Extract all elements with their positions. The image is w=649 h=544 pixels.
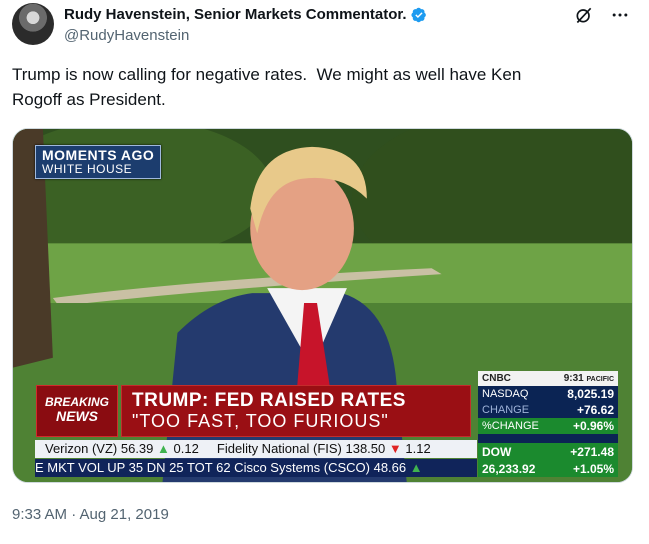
cnbc-logo: CNBC: [482, 373, 511, 384]
pct-change-row: %CHANGE +0.96%: [478, 418, 618, 434]
verified-icon: [411, 7, 427, 23]
breaking-line2: NEWS: [56, 408, 98, 424]
market-panel: CNBC 9:31 PACIFIC NASDAQ 8,025.19 CHANGE…: [478, 371, 618, 477]
ticker-change-fidelity: 1.12: [405, 441, 431, 456]
tweet-text: Trump is now calling for negative rates.…: [12, 65, 522, 109]
down-arrow-icon: ▼: [388, 441, 402, 456]
up-arrow-icon: ▲: [157, 441, 170, 456]
market-timezone: PACIFIC: [586, 376, 614, 383]
dow-label: DOW: [482, 444, 512, 459]
stock-ticker-bottom: E MKT VOL UP 35 DN 25 TOT 62 Cisco Syste…: [35, 459, 477, 477]
change-label: CHANGE: [482, 404, 530, 416]
breaking-news-box: BREAKING NEWS: [36, 385, 118, 437]
avatar[interactable]: [12, 3, 54, 45]
ticker-item-verizon: Verizon (VZ) 56.39: [45, 441, 154, 456]
market-time: 9:31: [563, 373, 584, 384]
dow-row-1: DOW +271.48: [478, 443, 618, 460]
pct-change-value: +0.96%: [572, 419, 614, 433]
change-row: CHANGE +76.62: [478, 402, 618, 418]
nasdaq-value: 8,025.19: [567, 387, 614, 401]
ticker-change-verizon: 0.12: [173, 441, 199, 456]
market-header: CNBC 9:31 PACIFIC: [478, 371, 618, 386]
grok-icon[interactable]: [573, 4, 595, 26]
more-icon[interactable]: [609, 4, 631, 26]
stock-ticker-top: Verizon (VZ) 56.39 ▲ 0.12 Fidelity Natio…: [35, 440, 477, 458]
moments-ago-bug: MOMENTS AGO WHITE HOUSE: [35, 145, 162, 179]
dow-box: DOW +271.48 26,233.92 +1.05%: [478, 443, 618, 477]
change-value: +76.62: [576, 403, 614, 417]
author-row: Rudy Havenstein, Senior Markets Commenta…: [64, 6, 427, 23]
tweet-timestamp[interactable]: 9:33 AM · Aug 21, 2019: [12, 506, 169, 523]
dow-value: 26,233.92: [482, 461, 536, 476]
headline-line1: TRUMP: FED RAISED RATES: [132, 390, 406, 411]
headline-line2: "TOO FAST, TOO FURIOUS": [132, 411, 389, 431]
headline-box: TRUMP: FED RAISED RATES "TOO FAST, TOO F…: [121, 385, 471, 437]
author-handle[interactable]: @RudyHavenstein: [64, 27, 189, 44]
dow-pct: +1.05%: [572, 461, 614, 476]
up-arrow-icon: ▲: [409, 460, 423, 475]
nasdaq-row: NASDAQ 8,025.19: [478, 386, 618, 402]
ticker-item-fidelity: Fidelity National (FIS) 138.50: [216, 441, 386, 456]
dow-change: +271.48: [570, 444, 614, 459]
tweet-actions: [573, 4, 631, 26]
tweet-media[interactable]: MOMENTS AGO WHITE HOUSE BREAKING NEWS TR…: [12, 128, 633, 483]
bug-line2: WHITE HOUSE: [42, 162, 133, 176]
pct-change-label: %CHANGE: [482, 420, 539, 432]
dow-row-2: 26,233.92 +1.05%: [478, 460, 618, 477]
ticker-bottom-text: E MKT VOL UP 35 DN 25 TOT 62 Cisco Syste…: [35, 460, 407, 475]
author-name[interactable]: Rudy Havenstein, Senior Markets Commenta…: [64, 6, 407, 23]
nasdaq-label: NASDAQ: [482, 388, 529, 400]
bug-line1: MOMENTS AGO: [42, 147, 155, 163]
